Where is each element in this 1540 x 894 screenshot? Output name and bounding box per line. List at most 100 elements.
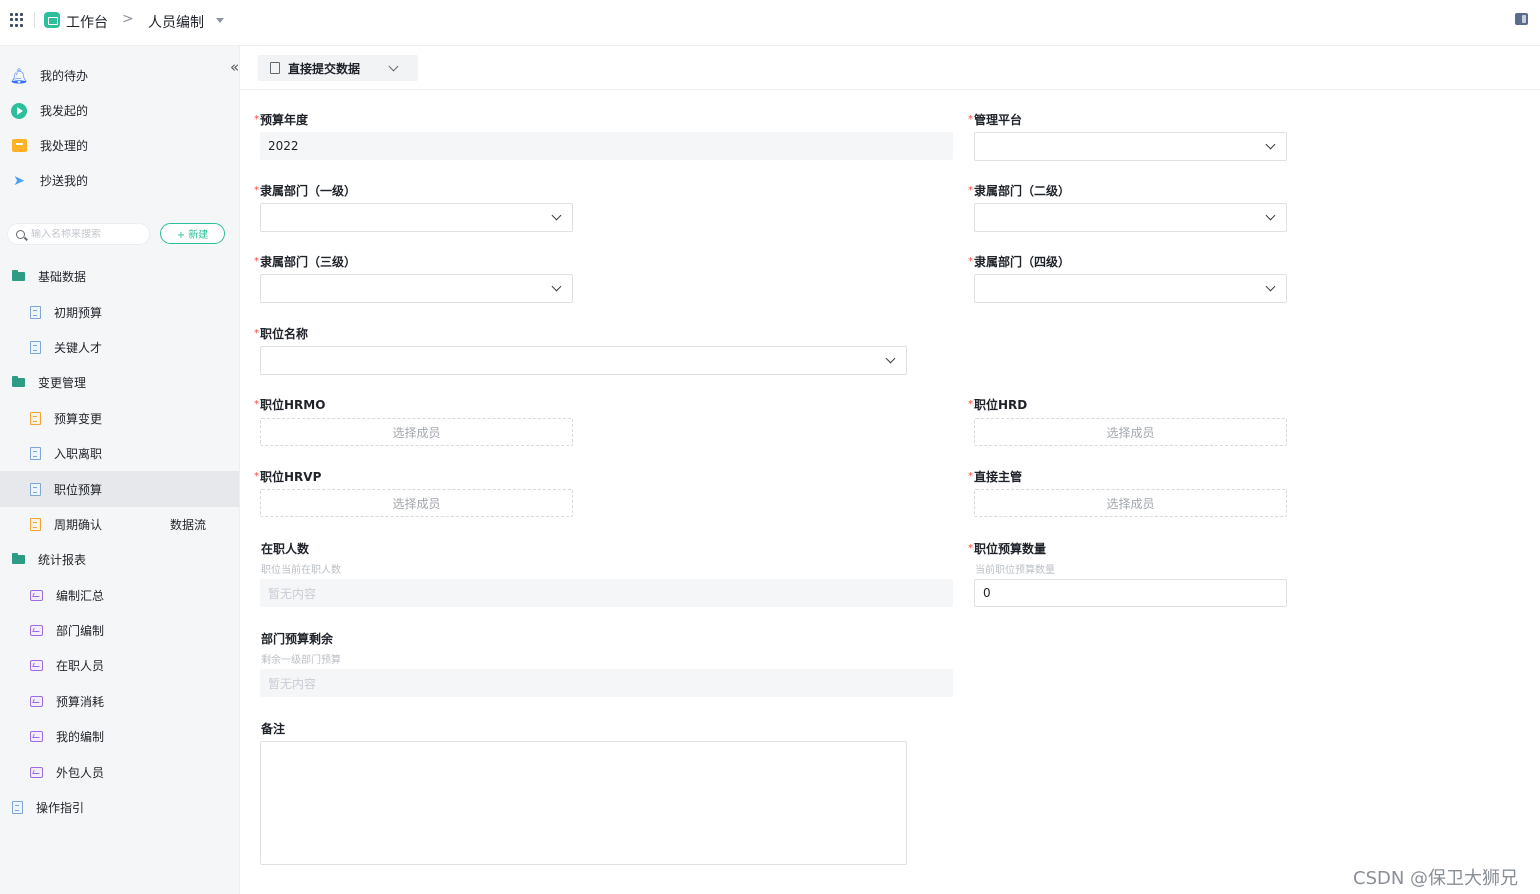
tree-label: 预算消耗 xyxy=(56,694,105,709)
remark-textarea[interactable] xyxy=(260,741,907,865)
platform-select[interactable] xyxy=(974,132,1287,161)
tree-item-tag: 数据流 xyxy=(170,517,207,532)
workspace-link[interactable]: 工作台 xyxy=(66,12,108,32)
app-name[interactable]: 人员编制 xyxy=(148,12,204,32)
hrmo-member-picker[interactable]: 选择成员 xyxy=(260,418,573,446)
tree-label: 操作指引 xyxy=(36,801,85,816)
quick-links: 🔔︎ 我的待办 我发起的 我处理的 ➤ 抄送我的 xyxy=(9,58,220,198)
tree-item-budget-usage[interactable]: 预算消耗 xyxy=(0,684,239,719)
budget-year-label: *预算年度 xyxy=(254,113,309,127)
position-name-select[interactable] xyxy=(260,346,907,375)
dept3-select[interactable] xyxy=(260,274,573,303)
dept1-select[interactable] xyxy=(260,203,573,232)
tree-item-summary[interactable]: 编制汇总 xyxy=(0,578,239,613)
chevron-down-icon xyxy=(551,281,562,292)
budget-count-label: *职位预算数量 xyxy=(968,542,1047,556)
tree-item-employees[interactable]: 在职人员 xyxy=(0,648,239,683)
form-icon xyxy=(12,801,23,815)
collapse-sidebar-icon[interactable]: « xyxy=(230,58,239,76)
tree-item-outsourced[interactable]: 外包人员 xyxy=(0,754,239,789)
budget-count-input[interactable]: 0 xyxy=(974,579,1287,607)
hrd-label: *职位HRD xyxy=(968,398,1028,412)
folder-icon xyxy=(12,553,25,565)
tree-item-key-talent[interactable]: 关键人才 xyxy=(0,330,239,365)
submit-data-label: 直接提交数据 xyxy=(288,61,361,76)
chevron-down-icon xyxy=(885,353,896,364)
tree-label: 我的编制 xyxy=(56,730,105,745)
new-button[interactable]: + 新建 xyxy=(160,223,225,244)
form-toolbar: 直接提交数据 xyxy=(240,46,1540,90)
tree-label: 周期确认 xyxy=(54,517,103,532)
submit-data-button[interactable]: 直接提交数据 xyxy=(258,55,418,81)
chevron-down-icon xyxy=(1265,281,1276,292)
caret-down-icon[interactable] xyxy=(216,18,224,23)
report-icon xyxy=(30,695,43,707)
panel-toggle-icon[interactable] xyxy=(1515,13,1528,25)
tree-item-position-budget[interactable]: 职位预算 xyxy=(0,471,239,507)
search-box xyxy=(7,223,150,245)
dept2-select[interactable] xyxy=(974,203,1287,232)
tree-label: 初期预算 xyxy=(54,305,103,320)
quick-handled[interactable]: 我处理的 xyxy=(10,128,220,163)
app-grid-icon[interactable] xyxy=(10,13,24,27)
tree-item-guide[interactable]: 操作指引 xyxy=(0,790,239,825)
headcount-label: 在职人数 xyxy=(261,542,310,556)
manager-label: *直接主管 xyxy=(968,470,1023,484)
play-circle-icon xyxy=(10,102,28,120)
tree-label: 统计报表 xyxy=(38,553,87,568)
dept-remaining-label: 部门预算剩余 xyxy=(261,632,334,646)
send-icon: ➤ xyxy=(13,172,25,189)
manager-member-picker[interactable]: 选择成员 xyxy=(974,489,1287,517)
sidebar: « 🔔︎ 我的待办 我发起的 我处理的 ➤ 抄送我的 + 新建 基础数据 初 xyxy=(0,46,240,894)
position-name-label: *职位名称 xyxy=(254,327,309,341)
report-icon xyxy=(30,625,43,637)
form-icon xyxy=(30,340,41,354)
quick-initiated[interactable]: 我发起的 xyxy=(10,93,220,128)
tree-group-basic-data[interactable]: 基础数据 xyxy=(0,259,239,294)
inbox-icon xyxy=(10,137,28,155)
platform-label: *管理平台 xyxy=(968,113,1023,127)
quick-label: 我发起的 xyxy=(40,104,89,118)
dept-remaining-hint: 剩余一级部门预算 xyxy=(261,655,341,666)
tree-group-change-mgmt[interactable]: 变更管理 xyxy=(0,365,239,400)
tree-item-cycle-confirm[interactable]: 周期确认 数据流 xyxy=(0,507,239,542)
tree-item-onboarding[interactable]: 入职离职 xyxy=(0,436,239,471)
dept-remaining-field: 暂无内容 xyxy=(260,669,953,697)
form-icon xyxy=(30,482,41,496)
workspace-logo-icon[interactable] xyxy=(44,12,60,28)
tree-item-initial-budget[interactable]: 初期预算 xyxy=(0,294,239,329)
tree-label: 外包人员 xyxy=(56,765,105,780)
hrd-member-picker[interactable]: 选择成员 xyxy=(974,418,1287,446)
breadcrumb-chevron-icon: > xyxy=(122,11,134,27)
hrvp-member-picker[interactable]: 选择成员 xyxy=(260,489,573,517)
tree-item-dept-headcount[interactable]: 部门编制 xyxy=(0,613,239,648)
quick-label: 抄送我的 xyxy=(40,174,89,188)
hrmo-label: *职位HRMO xyxy=(254,398,326,412)
tree-label: 编制汇总 xyxy=(56,588,105,603)
budget-year-field: 2022 xyxy=(260,132,953,160)
chevron-down-icon xyxy=(551,210,562,221)
tree-group-reports[interactable]: 统计报表 xyxy=(0,542,239,577)
bell-icon: 🔔︎ xyxy=(9,66,29,85)
headcount-field: 暂无内容 xyxy=(260,579,953,607)
dept4-select[interactable] xyxy=(974,274,1287,303)
form-icon xyxy=(30,447,41,461)
tree-label: 部门编制 xyxy=(56,624,105,639)
tree-label: 职位预算 xyxy=(54,482,103,497)
quick-todo[interactable]: 🔔︎ 我的待办 xyxy=(9,58,220,93)
quick-label: 我的待办 xyxy=(40,69,89,83)
search-input[interactable] xyxy=(31,228,139,240)
top-bar: 工作台 > 人员编制 xyxy=(0,0,1540,46)
tree-item-budget-change[interactable]: 预算变更 xyxy=(0,401,239,436)
report-icon xyxy=(30,731,43,743)
tree-item-my-headcount[interactable]: 我的编制 xyxy=(0,719,239,754)
chevron-down-icon xyxy=(1265,139,1276,150)
quick-cc[interactable]: ➤ 抄送我的 xyxy=(10,163,220,198)
quick-label: 我处理的 xyxy=(40,139,89,153)
report-icon xyxy=(30,766,43,778)
tree-label: 入职离职 xyxy=(54,447,103,462)
chevron-down-icon xyxy=(388,61,399,72)
report-icon xyxy=(30,660,43,672)
flow-form-icon xyxy=(30,411,41,425)
dept1-label: *隶属部门（一级） xyxy=(254,184,357,198)
